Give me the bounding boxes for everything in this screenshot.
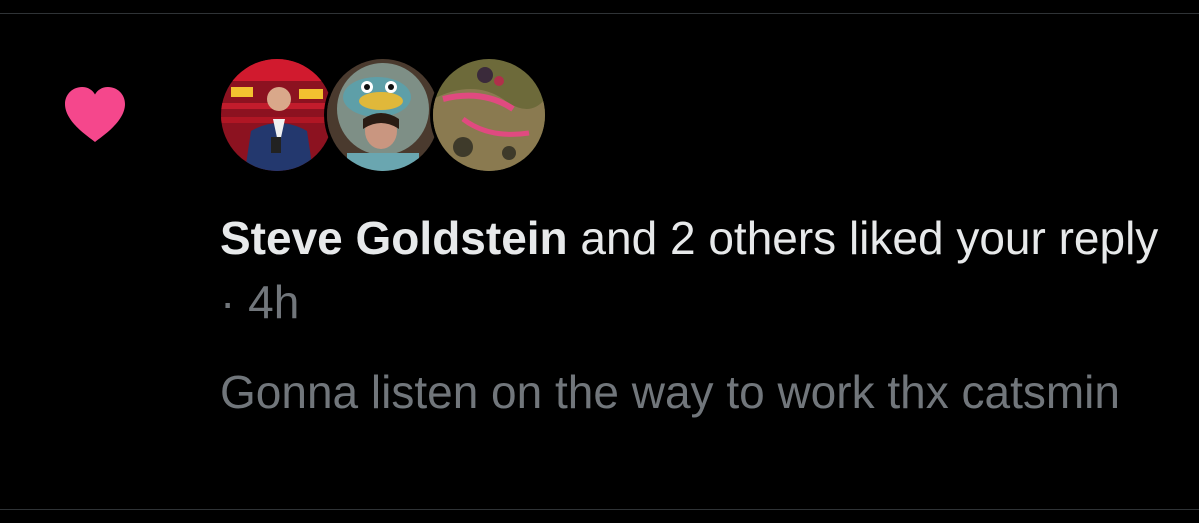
timestamp: 4h	[248, 276, 300, 328]
liker-avatars	[218, 56, 548, 176]
heart-icon	[65, 87, 125, 142]
avatar-sports-broadcaster-icon	[221, 59, 333, 171]
reply-preview[interactable]: Gonna listen on the way to work thx cats…	[220, 358, 1180, 426]
avatar-abstract-photo-icon	[433, 59, 545, 171]
avatar-person-in-costume-icon	[327, 59, 439, 171]
action-text: and 2 others liked your reply	[567, 212, 1159, 264]
avatar[interactable]	[324, 56, 442, 174]
separator: ·	[220, 276, 249, 328]
avatar[interactable]	[218, 56, 336, 174]
notification-headline[interactable]: Steve Goldstein and 2 others liked your …	[220, 206, 1180, 334]
bottom-divider	[0, 509, 1199, 510]
avatar[interactable]	[430, 56, 548, 174]
actor-name[interactable]: Steve Goldstein	[220, 212, 568, 264]
